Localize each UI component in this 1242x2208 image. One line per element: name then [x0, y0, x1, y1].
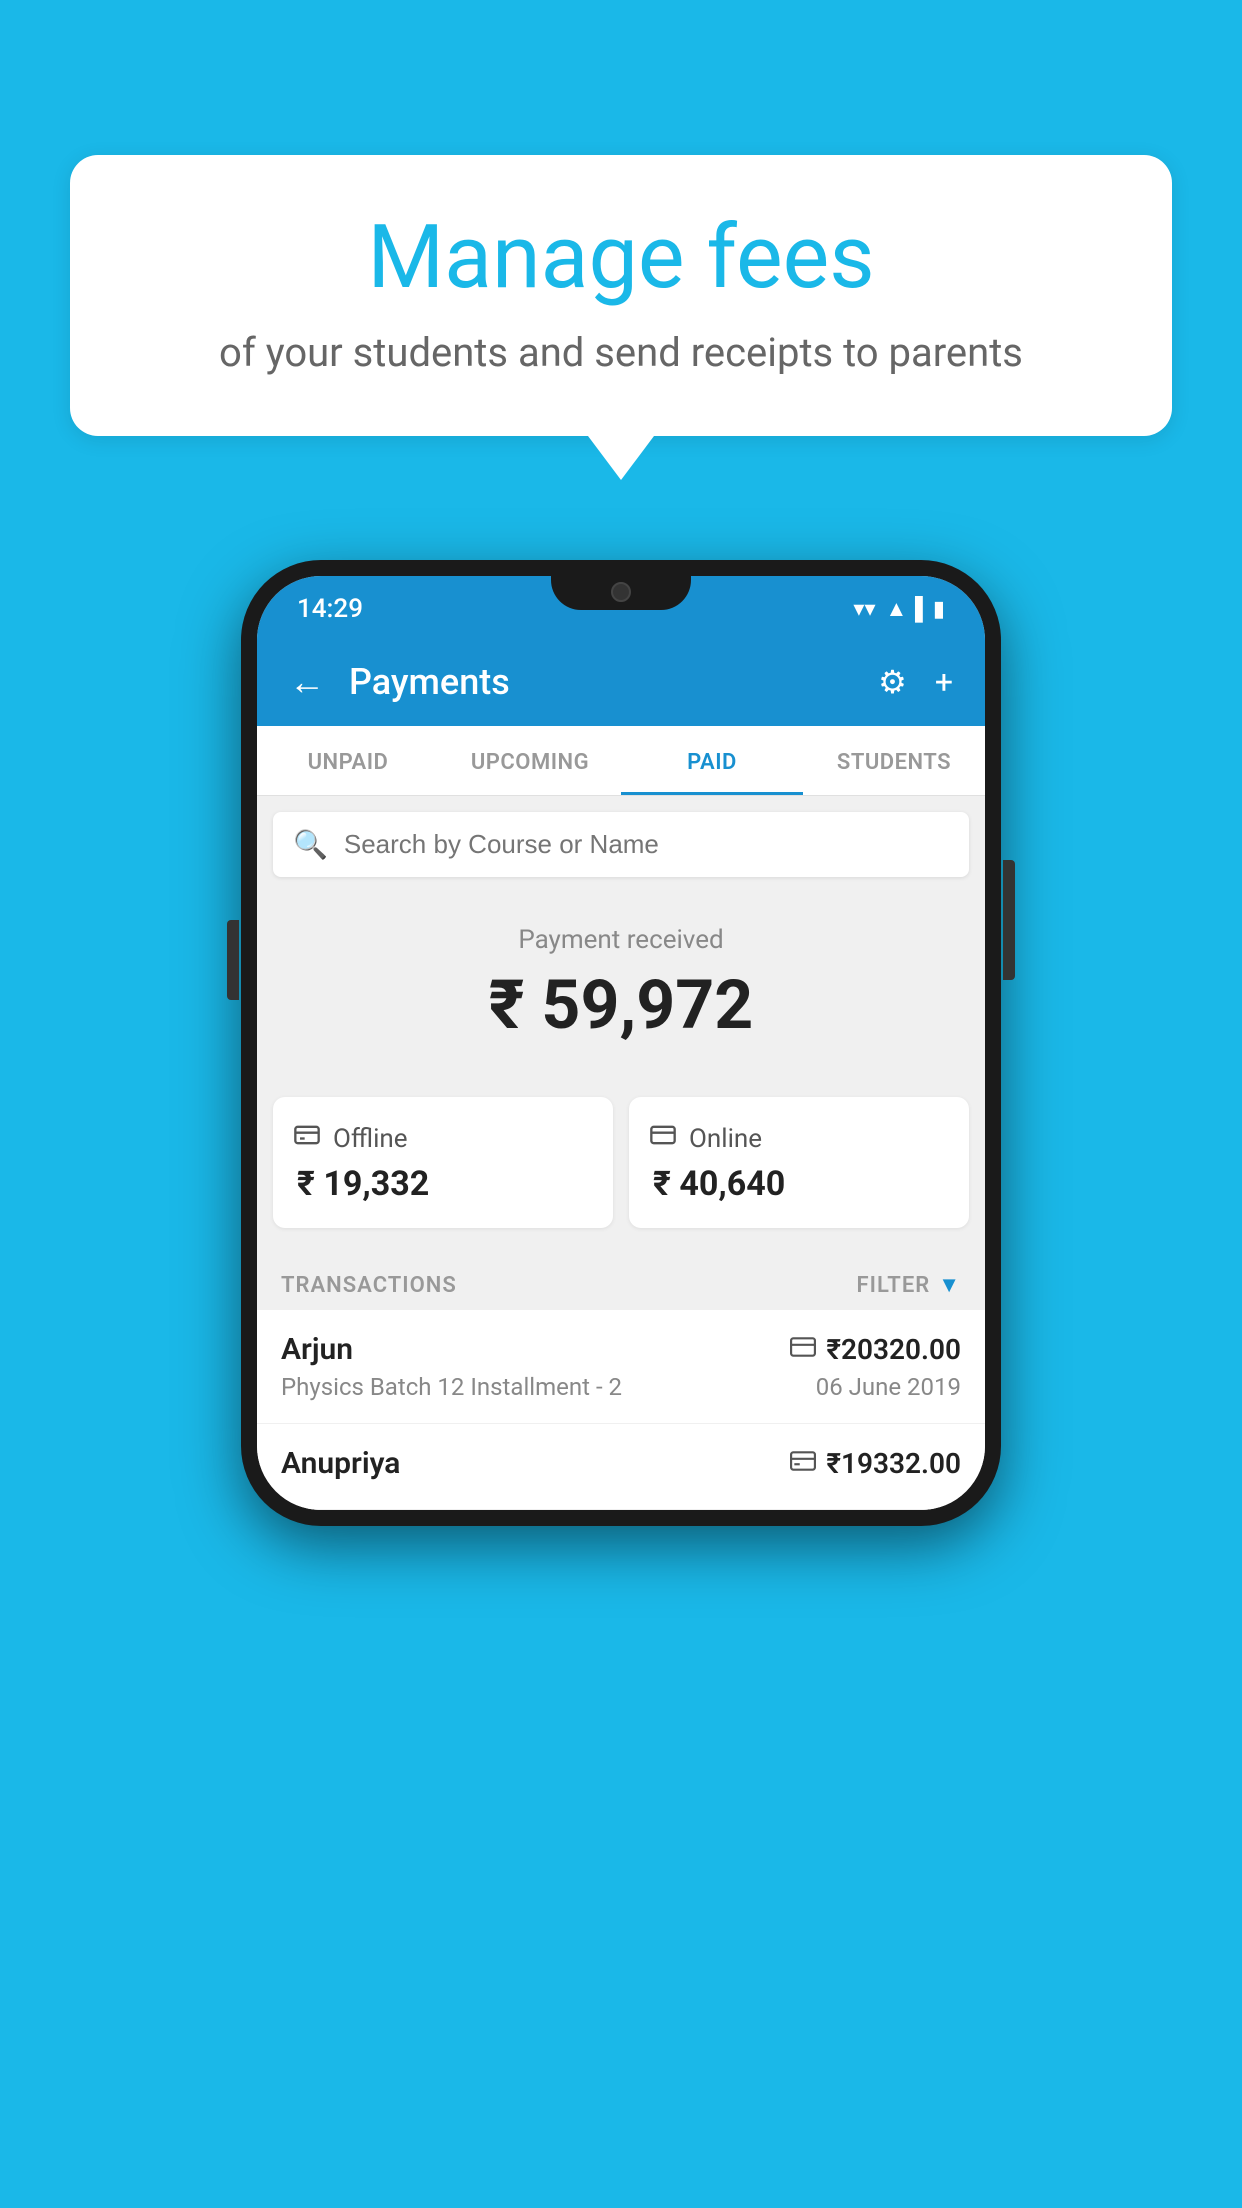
tab-paid[interactable]: PAID [621, 726, 803, 795]
transaction-amount-wrap: ₹20320.00 [790, 1333, 961, 1366]
online-card: Online ₹ 40,640 [629, 1097, 969, 1228]
online-amount: ₹ 40,640 [649, 1164, 785, 1204]
payment-summary: Payment received ₹ 59,972 [257, 893, 985, 1097]
search-icon: 🔍 [293, 828, 328, 861]
signal-icon: ▲▐ [886, 596, 923, 622]
transaction-amount: ₹20320.00 [826, 1333, 961, 1366]
page-title: Payments [349, 661, 878, 703]
phone-mockup: 14:29 ▾▾ ▲▐ ▮ ← Payments ⚙ + [241, 560, 1001, 1526]
back-button[interactable]: ← [289, 661, 325, 703]
table-row[interactable]: Anupriya ₹19332.00 [257, 1424, 985, 1510]
tab-unpaid[interactable]: UNPAID [257, 726, 439, 795]
filter-icon: ▼ [938, 1272, 961, 1298]
offline-label: Offline [333, 1124, 408, 1154]
bubble-subtitle: of your students and send receipts to pa… [130, 329, 1112, 376]
header-actions: ⚙ + [878, 663, 953, 701]
tab-upcoming[interactable]: UPCOMING [439, 726, 621, 795]
app-header: ← Payments ⚙ + [257, 638, 985, 726]
online-icon [649, 1121, 677, 1156]
payment-cards: Offline ₹ 19,332 Online [257, 1097, 985, 1256]
speech-bubble: Manage fees of your students and send re… [70, 155, 1172, 436]
wifi-icon: ▾▾ [853, 597, 875, 622]
transaction-amount-wrap: ₹19332.00 [790, 1447, 961, 1480]
transactions-label: TRANSACTIONS [281, 1273, 457, 1298]
transaction-date: 06 June 2019 [816, 1373, 961, 1401]
table-row[interactable]: Arjun ₹20320.00 [257, 1310, 985, 1424]
online-payment-icon [790, 1337, 816, 1363]
search-container: 🔍 [273, 812, 969, 877]
online-label: Online [689, 1124, 762, 1154]
bubble-title: Manage fees [130, 210, 1112, 307]
transaction-name: Arjun [281, 1332, 353, 1367]
offline-payment-icon [790, 1451, 816, 1477]
offline-amount: ₹ 19,332 [293, 1164, 429, 1204]
transactions-list: Arjun ₹20320.00 [257, 1310, 985, 1510]
transaction-amount: ₹19332.00 [826, 1447, 961, 1480]
battery-icon: ▮ [933, 597, 945, 622]
transaction-course: Physics Batch 12 Installment - 2 [281, 1373, 622, 1401]
notch-camera [611, 582, 631, 602]
offline-card: Offline ₹ 19,332 [273, 1097, 613, 1228]
add-icon[interactable]: + [935, 663, 953, 701]
payment-received-label: Payment received [277, 925, 965, 955]
payment-total-amount: ₹ 59,972 [277, 965, 965, 1045]
search-input[interactable] [344, 829, 949, 860]
status-time: 14:29 [297, 594, 363, 624]
transaction-name: Anupriya [281, 1446, 400, 1481]
filter-label: FILTER [857, 1273, 931, 1298]
phone-screen: 14:29 ▾▾ ▲▐ ▮ ← Payments ⚙ + [257, 576, 985, 1510]
offline-icon [293, 1121, 321, 1156]
phone-notch [551, 560, 691, 610]
settings-icon[interactable]: ⚙ [878, 663, 907, 701]
filter-button[interactable]: FILTER ▼ [857, 1272, 961, 1298]
tabs-bar: UNPAID UPCOMING PAID STUDENTS [257, 726, 985, 796]
status-icons: ▾▾ ▲▐ ▮ [853, 596, 945, 622]
tab-students[interactable]: STUDENTS [803, 726, 985, 795]
transactions-header: TRANSACTIONS FILTER ▼ [257, 1256, 985, 1310]
